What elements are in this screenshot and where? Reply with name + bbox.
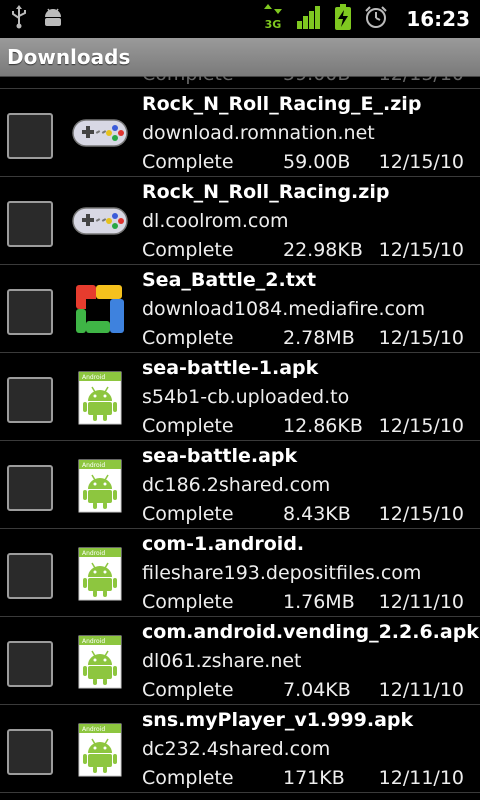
download-checkbox[interactable] xyxy=(7,641,53,687)
svg-text:3G: 3G xyxy=(265,18,282,30)
file-name: com-1.android. xyxy=(142,533,305,555)
svg-text:Android: Android xyxy=(82,726,105,733)
file-name: com.android.vending_2.2.6.apk xyxy=(142,621,479,643)
download-status: Complete xyxy=(142,327,234,349)
file-host: fileshare193.depositfiles.com xyxy=(142,562,422,584)
android-apk-icon: Android xyxy=(72,723,128,777)
download-status: Complete xyxy=(142,679,234,701)
download-item[interactable]: Complete 59.00B 12/15/10 xyxy=(0,76,480,89)
svg-text:Android: Android xyxy=(82,462,105,469)
download-date: 12/15/10 xyxy=(378,415,464,437)
download-checkbox[interactable] xyxy=(7,201,53,247)
android-apk-icon: Android xyxy=(72,371,128,425)
gamepad-icon xyxy=(72,107,128,161)
download-item[interactable]: Rock_N_Roll_Racing_E_.zip download.romna… xyxy=(0,89,480,177)
svg-text:Android: Android xyxy=(82,550,105,557)
clock: 16:23 xyxy=(406,7,470,31)
file-host: s54b1-cb.uploaded.to xyxy=(142,386,350,408)
android-apk-icon: Android xyxy=(72,547,128,601)
download-status: Complete xyxy=(142,239,234,261)
android-apk-icon: Android xyxy=(72,635,128,689)
file-host: download1084.mediafire.com xyxy=(142,298,426,320)
file-host: dl061.zshare.net xyxy=(142,650,302,672)
download-status: Complete xyxy=(142,151,234,173)
file-name: Rock_N_Roll_Racing_E_.zip xyxy=(142,93,422,115)
file-name: Rock_N_Roll_Racing.zip xyxy=(142,181,390,203)
file-size: 7.04KB xyxy=(283,679,351,701)
download-checkbox[interactable] xyxy=(7,113,53,159)
download-checkbox[interactable] xyxy=(7,729,53,775)
file-size: 1.76MB xyxy=(283,591,355,613)
file-size: 12.86KB xyxy=(283,415,363,437)
download-status: Complete xyxy=(142,591,234,613)
download-checkbox[interactable] xyxy=(7,465,53,511)
file-host: dl.coolrom.com xyxy=(142,210,289,232)
usb-icon xyxy=(10,5,28,33)
download-item[interactable]: Android sea-battle.apk dc186.2shared.com… xyxy=(0,441,480,529)
download-date: 12/15/10 xyxy=(378,327,464,349)
battery-charging-icon xyxy=(334,4,352,34)
download-checkbox[interactable] xyxy=(7,377,53,423)
download-item[interactable]: Android sea-battle-1.apk s54b1-cb.upload… xyxy=(0,353,480,441)
download-date: 12/11/10 xyxy=(378,591,464,613)
download-item[interactable]: Android sns.myPlayer_v1.999.apk dc232.4s… xyxy=(0,705,480,793)
download-checkbox[interactable] xyxy=(7,553,53,599)
svg-text:Android: Android xyxy=(82,638,105,645)
file-name: Sea_Battle_2.txt xyxy=(142,269,317,291)
download-date: 12/15/10 xyxy=(379,76,464,85)
download-date: 12/11/10 xyxy=(378,679,464,701)
download-date: 12/15/10 xyxy=(378,151,464,173)
status-bar: 3G 16:23 xyxy=(0,0,480,38)
file-name: sns.myPlayer_v1.999.apk xyxy=(142,709,414,731)
file-host: dc186.2shared.com xyxy=(142,474,331,496)
gamepad-icon xyxy=(72,195,128,249)
alarm-icon xyxy=(364,5,388,33)
download-status: Complete xyxy=(142,767,234,789)
download-date: 12/15/10 xyxy=(378,239,464,261)
file-size: 22.98KB xyxy=(283,239,363,261)
file-host: download.romnation.net xyxy=(142,122,375,144)
download-date: 12/11/10 xyxy=(378,767,464,789)
file-size: 171KB xyxy=(283,767,345,789)
download-item[interactable]: Android com.android.vending_2.2.6.apk dl… xyxy=(0,617,480,705)
file-size: 8.43KB xyxy=(283,503,351,525)
text-file-icon xyxy=(72,283,128,337)
file-name: sea-battle-1.apk xyxy=(142,357,319,379)
downloads-list[interactable]: Complete 59.00B 12/15/10 Rock_N_Roll_Rac… xyxy=(0,76,480,800)
file-size: 59.00B xyxy=(283,151,351,173)
file-size: 59.00B xyxy=(283,76,350,85)
page-title: Downloads xyxy=(7,45,131,69)
download-item[interactable]: Sea_Battle_2.txt download1084.mediafire.… xyxy=(0,265,480,353)
svg-text:Android: Android xyxy=(82,374,105,381)
file-host: dc232.4shared.com xyxy=(142,738,331,760)
download-status: Complete xyxy=(142,503,234,525)
android-debug-icon xyxy=(42,6,64,32)
network-3g-icon: 3G xyxy=(262,4,284,34)
title-bar: Downloads xyxy=(0,38,480,77)
android-apk-icon: Android xyxy=(72,459,128,513)
signal-icon xyxy=(296,5,322,33)
file-name: sea-battle.apk xyxy=(142,445,298,467)
download-date: 12/15/10 xyxy=(378,503,464,525)
download-status: Complete xyxy=(142,76,234,85)
download-item[interactable]: Rock_N_Roll_Racing.zip dl.coolrom.com Co… xyxy=(0,177,480,265)
download-item[interactable]: Android com-1.android. fileshare193.depo… xyxy=(0,529,480,617)
download-status: Complete xyxy=(142,415,234,437)
file-size: 2.78MB xyxy=(283,327,355,349)
download-checkbox[interactable] xyxy=(7,289,53,335)
